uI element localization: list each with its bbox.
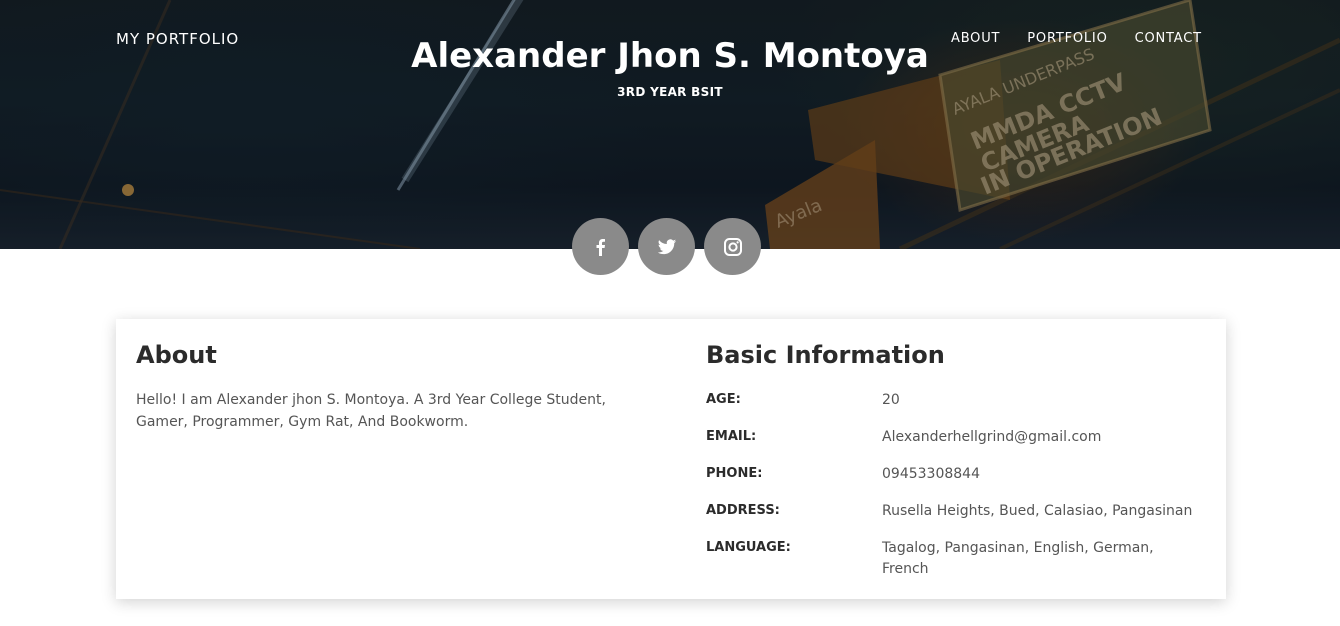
- info-label: LANGUAGE:: [706, 540, 791, 555]
- about-text: Hello! I am Alexander jhon S. Montoya. A…: [136, 392, 606, 430]
- about-heading: About: [136, 341, 217, 369]
- twitter-icon: [657, 238, 676, 254]
- facebook-button[interactable]: [572, 218, 629, 275]
- nav-link-contact[interactable]: CONTACT: [1135, 31, 1202, 46]
- twitter-button[interactable]: [638, 218, 695, 275]
- nav-link-portfolio[interactable]: PORTFOLIO: [1027, 31, 1107, 46]
- hero-subtitle: 3RD YEAR BSIT: [617, 85, 723, 99]
- instagram-button[interactable]: [704, 218, 761, 275]
- info-value: Tagalog, Pangasinan, English, German, Fr…: [882, 540, 1154, 577]
- info-value: 09453308844: [882, 466, 980, 482]
- hero-banner: Ayala AYALA UNDERPASS MMDA CCTV CAMERA I…: [0, 0, 1340, 249]
- nav-link-about[interactable]: ABOUT: [951, 31, 1000, 46]
- nav-links: ABOUT PORTFOLIO CONTACT: [951, 31, 1229, 46]
- info-value: Alexanderhellgrind@gmail.com: [882, 429, 1102, 445]
- facebook-icon: [596, 238, 605, 256]
- profile-card: About Hello! I am Alexander jhon S. Mont…: [116, 319, 1226, 599]
- social-links: [572, 218, 770, 275]
- info-label: AGE:: [706, 392, 741, 407]
- info-label: ADDRESS:: [706, 503, 780, 518]
- info-value: Rusella Heights, Bued, Calasiao, Pangasi…: [882, 503, 1193, 519]
- instagram-icon: [723, 237, 742, 256]
- info-value: 20: [882, 392, 900, 408]
- basic-info-heading: Basic Information: [706, 341, 945, 369]
- info-label: EMAIL:: [706, 429, 757, 444]
- info-label: PHONE:: [706, 466, 763, 481]
